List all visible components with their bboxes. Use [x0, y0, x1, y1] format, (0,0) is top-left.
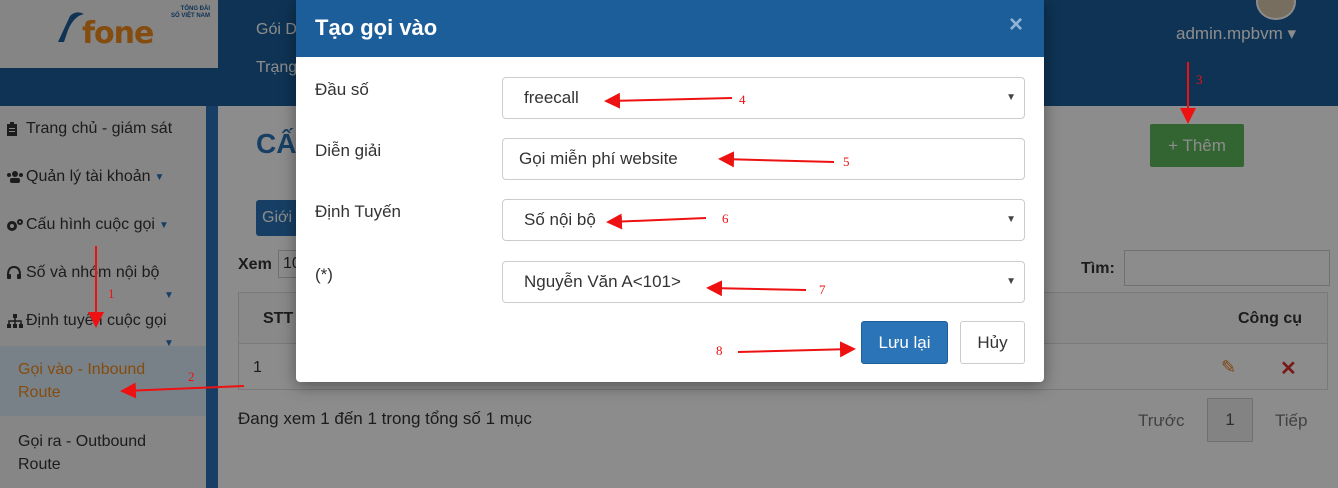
arrow-7: [706, 280, 807, 297]
arrow-4: [604, 92, 733, 109]
annotation-number-3: 3: [1196, 72, 1203, 87]
arrow-2: [120, 382, 245, 399]
annotation-number-8: 8: [716, 343, 723, 358]
annotation-arrows: [88, 62, 1196, 399]
annotation-number-4: 4: [739, 92, 746, 107]
arrow-8: [737, 341, 856, 358]
annotation-number-2: 2: [188, 369, 195, 384]
annotation-number-5: 5: [843, 154, 850, 169]
arrow-5: [718, 151, 835, 168]
arrow-6: [606, 213, 707, 230]
annotation-number-1: 1: [108, 286, 115, 301]
annotation-number-7: 7: [819, 282, 826, 297]
annotation-number-6: 6: [722, 211, 729, 226]
